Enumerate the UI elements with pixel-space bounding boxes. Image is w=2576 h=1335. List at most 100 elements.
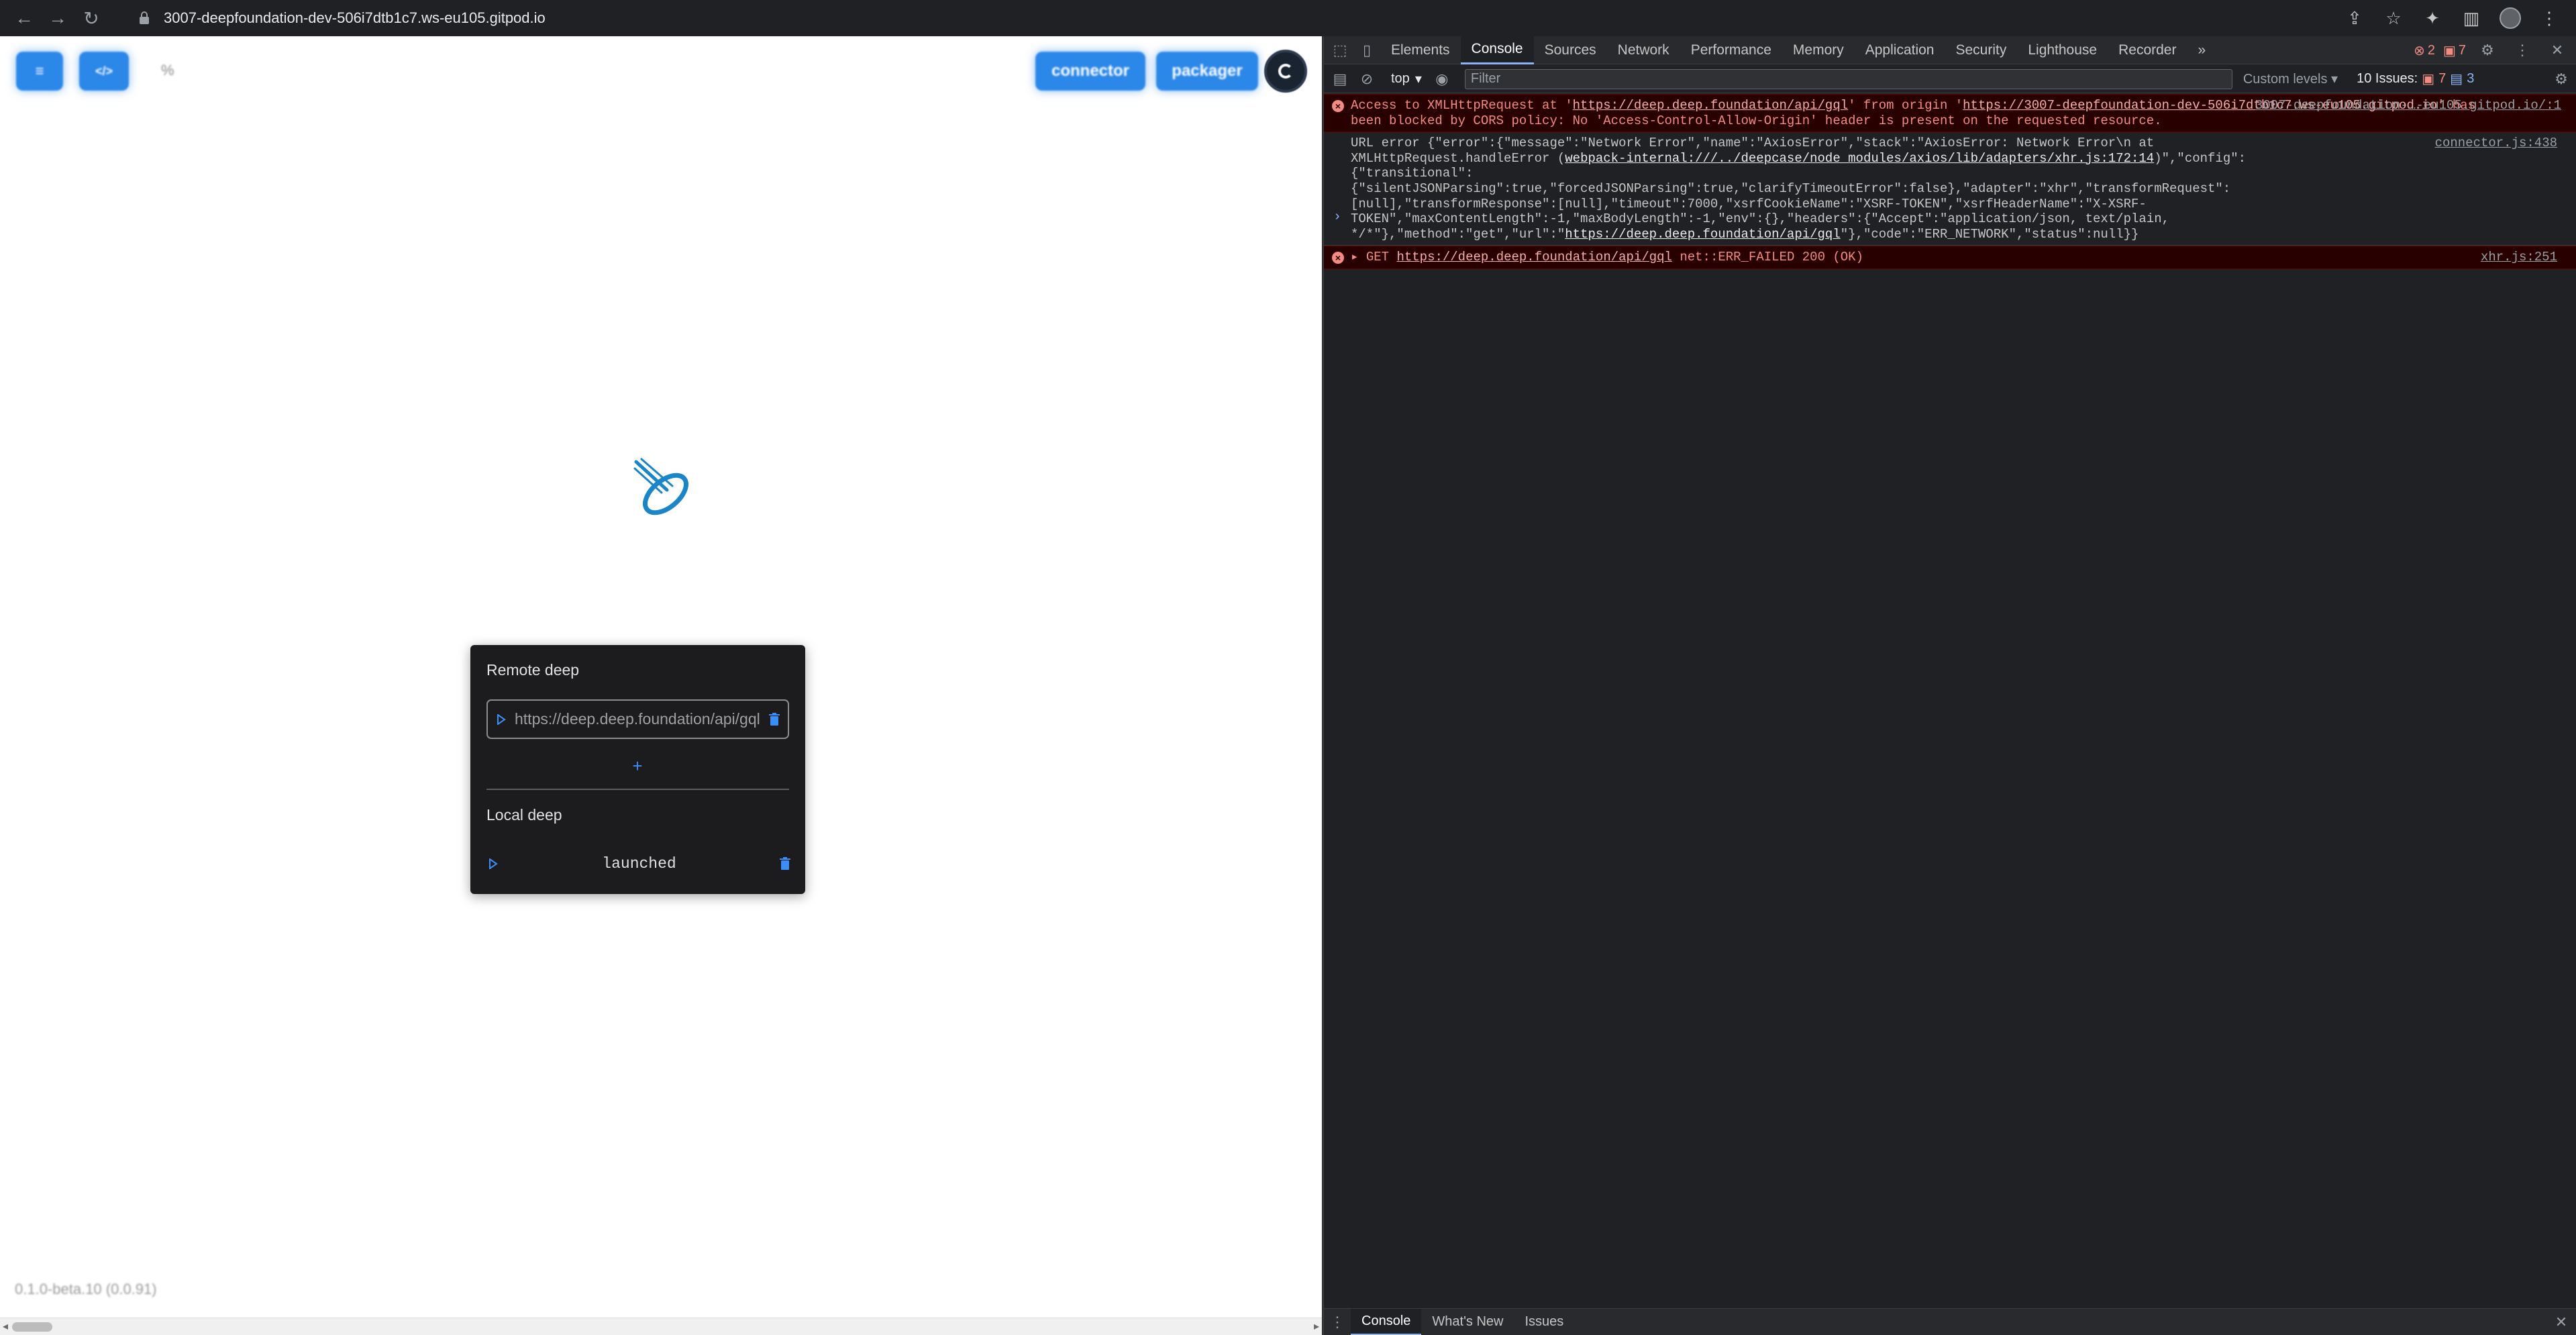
- error-icon: ×: [1332, 100, 1344, 112]
- console-message-url-error[interactable]: URL error {"error":{"message":"Network E…: [1324, 132, 2576, 246]
- extensions-icon[interactable]: ✦: [2418, 3, 2447, 33]
- forward-icon[interactable]: →: [43, 3, 72, 33]
- add-remote-button[interactable]: +: [621, 752, 654, 779]
- play-icon[interactable]: [488, 706, 515, 733]
- console-message-get-failed[interactable]: × ▸ GET https://deep.deep.foundation/api…: [1324, 246, 2576, 269]
- tab-console[interactable]: Console: [1460, 36, 1534, 64]
- reload-icon[interactable]: ↻: [76, 3, 106, 33]
- source-link[interactable]: connector.js:438: [2435, 136, 2557, 151]
- remote-deep-title: Remote deep: [486, 661, 580, 679]
- tab-performance[interactable]: Performance: [1680, 36, 1782, 64]
- remote-deep-url-input[interactable]: [515, 710, 761, 728]
- settings-icon[interactable]: ⚙: [2474, 37, 2501, 64]
- source-link[interactable]: 3007-deepfoundation-…-eu105.gitpod.io/:1: [2255, 98, 2561, 113]
- link[interactable]: https://deep.deep.foundation/api/gql: [1565, 227, 1840, 242]
- source-link[interactable]: xhr.js:251: [2481, 250, 2557, 265]
- console-prompt[interactable]: ›: [1333, 209, 1341, 225]
- play-icon[interactable]: [480, 850, 507, 877]
- filter-input[interactable]: [1470, 71, 2232, 87]
- menu-icon[interactable]: ⋮: [2534, 3, 2564, 33]
- deep-connection-card: Remote deep + Local deep launched: [470, 645, 805, 894]
- star-icon[interactable]: ☆: [2379, 3, 2408, 33]
- console-message-cors-error[interactable]: × Access to XMLHttpRequest at 'https://d…: [1324, 94, 2576, 133]
- drawer-tab-console[interactable]: Console: [1351, 1308, 1422, 1335]
- chevron-down-icon: ▾: [1414, 72, 1422, 87]
- inspect-element-icon[interactable]: ⬚: [1327, 37, 1353, 64]
- deep-logo-icon: [633, 458, 688, 515]
- back-icon[interactable]: ←: [9, 3, 39, 33]
- devtools-panel: ⬚ ▯ Elements Console Sources Network Per…: [1323, 36, 2576, 1335]
- error-count: 2: [2427, 42, 2435, 58]
- console-messages: × Access to XMLHttpRequest at 'https://d…: [1324, 94, 2576, 269]
- address-bar-url[interactable]: 3007-deepfoundation-dev-506i7dtb1c7.ws-e…: [164, 9, 546, 27]
- issues-label: 10 Issues:: [2357, 71, 2418, 86]
- eye-icon[interactable]: ◉: [1429, 66, 1455, 93]
- trash-icon[interactable]: [761, 706, 788, 733]
- more-options-icon[interactable]: ⋮: [2509, 37, 2536, 64]
- console-settings-icon[interactable]: ⚙: [2548, 66, 2575, 93]
- share-icon[interactable]: ⇪: [2340, 3, 2369, 33]
- filter-field: [1464, 68, 2232, 89]
- tab-network[interactable]: Network: [1607, 36, 1680, 64]
- issues-warning-icon: ▣: [2422, 72, 2435, 87]
- error-icon: ⊗: [2414, 43, 2425, 58]
- sidebar-toggle-icon[interactable]: ▤: [1327, 66, 1353, 93]
- issues-button[interactable]: 10 Issues: ▣ 7 ▤ 3: [2357, 70, 2474, 87]
- warning-count-badge[interactable]: ▣ 7: [2443, 42, 2466, 59]
- local-deep-title: Local deep: [486, 806, 562, 824]
- lock-icon[interactable]: [136, 9, 153, 27]
- trash-icon[interactable]: [772, 850, 798, 877]
- profile-avatar[interactable]: [2495, 3, 2525, 33]
- log-levels-select[interactable]: Custom levels ▾: [2243, 70, 2338, 87]
- tab-security[interactable]: Security: [1945, 36, 2017, 64]
- tab-recorder[interactable]: Recorder: [2108, 36, 2187, 64]
- tab-lighthouse[interactable]: Lighthouse: [2017, 36, 2108, 64]
- close-drawer-icon[interactable]: ✕: [2548, 1309, 2575, 1335]
- device-toolbar-icon[interactable]: ▯: [1353, 37, 1380, 64]
- scroll-right-icon[interactable]: ▸: [1314, 1320, 1319, 1333]
- link[interactable]: https://deep.deep.foundation/api/gql: [1573, 98, 1848, 113]
- local-deep-status: launched: [602, 855, 676, 873]
- translate-icon[interactable]: %: [161, 62, 174, 79]
- tab-memory[interactable]: Memory: [1782, 36, 1855, 64]
- issues-warning-count: 7: [2438, 71, 2446, 86]
- tab-elements[interactable]: Elements: [1380, 36, 1461, 64]
- clear-console-icon[interactable]: ⊘: [1353, 66, 1380, 93]
- drawer-menu-icon[interactable]: ⋮: [1324, 1309, 1351, 1335]
- scroll-left-icon[interactable]: ◂: [3, 1320, 8, 1333]
- warning-count: 7: [2458, 42, 2466, 58]
- divider: [486, 789, 789, 790]
- tab-sources[interactable]: Sources: [1534, 36, 1607, 64]
- browser-window: ← → ↻ 3007-deepfoundation-dev-506i7dtb1c…: [0, 0, 2576, 1335]
- sidepanel-icon[interactable]: ▥: [2457, 3, 2486, 33]
- issues-info-icon: ▤: [2450, 72, 2463, 87]
- page-viewport: ≡ </> % connector packager Remote deep h…: [0, 36, 1322, 1335]
- drawer-tabbar: ⋮ Console What's New Issues ✕: [1324, 1308, 2576, 1335]
- drawer-tab-whats-new[interactable]: What's New: [1421, 1309, 1514, 1335]
- horizontal-scrollbar[interactable]: ◂ ▸: [0, 1318, 1322, 1335]
- link[interactable]: https://deep.deep.foundation/api/gql: [1396, 250, 1671, 264]
- drawer-tab-issues[interactable]: Issues: [1514, 1309, 1574, 1335]
- list-icon: ≡: [35, 62, 44, 79]
- issues-info-count: 3: [2467, 71, 2475, 86]
- link[interactable]: webpack-internal:///../deepcase/node_mod…: [1565, 151, 2154, 166]
- context-value: top: [1391, 71, 1410, 86]
- packager-button[interactable]: packager: [1156, 52, 1258, 91]
- connector-button[interactable]: connector: [1035, 52, 1145, 91]
- theme-toggle-button[interactable]: [1264, 50, 1307, 93]
- version-label: 0.1.0-beta.10 (0.0.91): [15, 1281, 157, 1297]
- warning-icon: ▣: [2442, 43, 2456, 58]
- more-tabs-button[interactable]: »: [2187, 36, 2216, 64]
- close-icon[interactable]: ✕: [2544, 37, 2571, 64]
- code-button[interactable]: </>: [79, 52, 129, 91]
- expand-icon[interactable]: ▸: [1351, 250, 1366, 264]
- local-deep-row: launched: [480, 849, 798, 879]
- context-select[interactable]: top ▾: [1384, 70, 1429, 87]
- remote-deep-field: [486, 699, 789, 739]
- list-button[interactable]: ≡: [16, 52, 63, 91]
- error-count-badge[interactable]: ⊗ 2: [2414, 42, 2435, 59]
- browser-toolbar: ← → ↻ 3007-deepfoundation-dev-506i7dtb1c…: [0, 0, 2576, 36]
- scrollbar-thumb[interactable]: [12, 1322, 52, 1332]
- devtools-status: ⊗ 2 ▣ 7 ⚙ ⋮ ✕: [2414, 36, 2571, 64]
- tab-application[interactable]: Application: [1855, 36, 1945, 64]
